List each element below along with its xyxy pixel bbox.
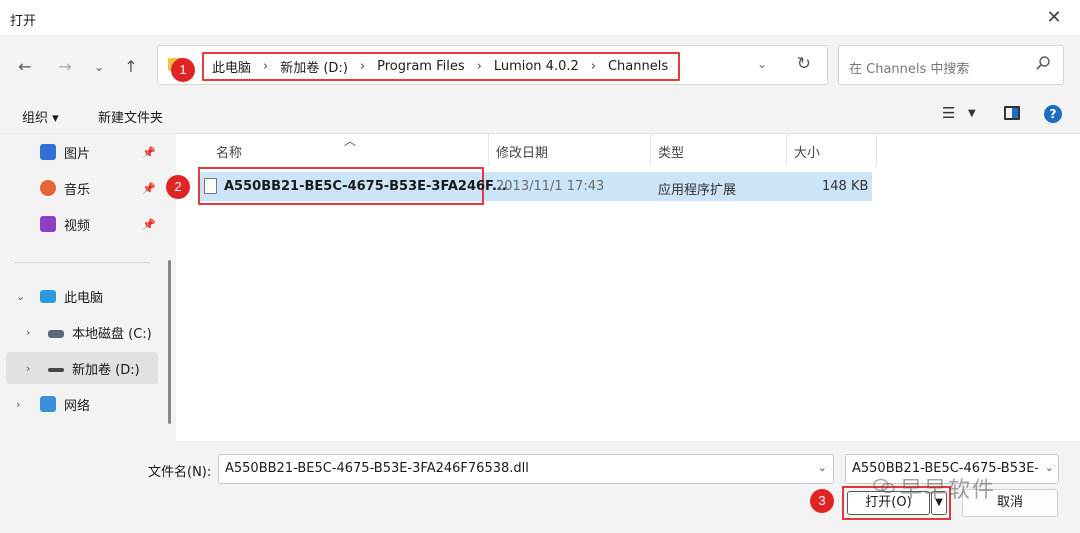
column-divider[interactable] [786,134,787,166]
sidebar-item-label: 此电脑 [64,290,104,306]
view-options-icon[interactable]: ☰ [942,104,955,122]
column-divider[interactable] [876,134,877,166]
search-input[interactable]: 在 Channels 中搜索 [849,58,969,77]
file-list: ︿ 名称 修改日期 类型 大小 A550BB21-BE5C-4675-B53E-… [178,134,1080,441]
breadcrumb-separator-icon[interactable]: › [591,59,596,74]
sidebar-item-label: 图片 [64,146,91,162]
navigation-bar: ← → ⌄ ↑ 此电脑 › 新加卷 (D:) › Program Files ›… [0,36,1080,96]
chevron-right-icon[interactable]: › [26,362,30,375]
filename-field[interactable]: A550BB21-BE5C-4675-B53E-3FA246F76538.dll… [218,454,834,484]
file-size: 148 KB [822,179,869,194]
filename-value[interactable]: A550BB21-BE5C-4675-B53E-3FA246F76538.dll [225,461,529,476]
pin-icon[interactable]: 📌 [142,218,156,231]
videos-icon [40,216,56,232]
chevron-right-icon[interactable]: › [26,326,30,339]
sidebar-item-pictures[interactable]: 图片 📌 [0,136,160,168]
sidebar-item-videos[interactable]: 视频 📌 [0,208,160,240]
command-bar: 组织 ▾ 新建文件夹 ☰ ▼ ? [0,96,1080,134]
step-marker-2: 2 [166,175,190,199]
sidebar-item-local-disk-c[interactable]: › 本地磁盘 (C:) [0,316,160,348]
chevron-down-icon[interactable]: ⌄ [16,290,25,303]
forward-arrow-icon[interactable]: → [52,54,78,80]
column-divider[interactable] [488,134,489,166]
dll-file-icon [204,178,217,194]
step-marker-1: 1 [171,58,195,82]
preview-pane-icon[interactable] [1004,106,1020,120]
sidebar-divider [14,262,150,263]
address-history-chevron-icon[interactable]: ⌄ [757,57,767,71]
sidebar-item-label: 网络 [64,398,91,414]
search-icon[interactable] [1035,55,1051,71]
column-header-type[interactable]: 类型 [658,142,684,174]
sidebar-item-label: 本地磁盘 (C:) [72,326,152,342]
drive-icon [48,368,64,372]
breadcrumb-separator-icon[interactable]: › [360,59,365,74]
watermark-text: 早早软件 [900,478,997,503]
pictures-icon [40,144,56,160]
file-type: 应用程序扩展 [658,183,737,198]
wechat-logo-icon [873,478,895,494]
close-icon[interactable]: ✕ [1042,6,1066,30]
navigation-pane: 图片 📌 音乐 📌 视频 📌 ⌄ 此电脑 › 本地磁盘 (C:) › 新加卷 (… [0,134,176,441]
sort-ascending-icon: ︿ [344,134,357,148]
breadcrumb-separator-icon[interactable]: › [477,59,482,74]
pin-icon[interactable]: 📌 [142,146,156,159]
view-dropdown-icon[interactable]: ▼ [968,108,976,119]
network-icon [40,396,56,412]
sidebar-item-drive-d[interactable]: › 新加卷 (D:) [6,352,158,384]
file-modified: 2013/11/1 17:43 [496,179,605,194]
sidebar-item-label: 音乐 [64,182,91,198]
pin-icon[interactable]: 📌 [142,182,156,195]
breadcrumb-program-files[interactable]: Program Files [377,59,465,74]
address-bar[interactable]: 此电脑 › 新加卷 (D:) › Program Files › Lumion … [157,45,828,85]
breadcrumb-channels[interactable]: Channels [608,59,668,74]
organize-menu[interactable]: 组织 ▾ [22,107,59,126]
title-bar: 打开 ✕ [0,0,1080,36]
breadcrumb-separator-icon[interactable]: › [263,59,268,74]
file-name[interactable]: A550BB21-BE5C-4675-B53E-3FA246F... [224,179,507,194]
sidebar-item-this-pc[interactable]: ⌄ 此电脑 [0,280,160,312]
back-arrow-icon[interactable]: ← [12,54,38,80]
breadcrumb: 此电脑 › 新加卷 (D:) › Program Files › Lumion … [202,52,680,81]
sidebar-item-label: 视频 [64,218,91,234]
sidebar-item-label: 新加卷 (D:) [72,362,140,378]
recent-locations-chevron-icon[interactable]: ⌄ [86,54,112,80]
breadcrumb-drive-d[interactable]: 新加卷 (D:) [280,57,348,76]
breadcrumb-this-pc[interactable]: 此电脑 [212,57,251,76]
step-marker-3: 3 [810,489,834,513]
window-title: 打开 [10,14,37,29]
chevron-down-icon[interactable]: ⌄ [1045,461,1054,474]
new-folder-button[interactable]: 新建文件夹 [98,107,163,126]
column-header-modified[interactable]: 修改日期 [496,142,548,174]
refresh-icon[interactable]: ↻ [797,54,811,74]
filename-label: 文件名(N): [148,465,212,480]
this-pc-icon [40,290,56,303]
breadcrumb-lumion[interactable]: Lumion 4.0.2 [494,59,579,74]
chevron-down-icon[interactable]: ⌄ [818,461,827,474]
column-divider[interactable] [650,134,651,166]
sidebar-scrollbar[interactable] [168,260,171,424]
sidebar-item-network[interactable]: › 网络 [0,388,160,420]
chevron-right-icon[interactable]: › [16,398,20,411]
up-arrow-icon[interactable]: ↑ [118,54,144,80]
column-header-size[interactable]: 大小 [794,142,820,174]
sidebar-item-music[interactable]: 音乐 📌 [0,172,160,204]
help-icon[interactable]: ? [1044,105,1062,123]
local-disk-icon [48,330,64,338]
search-box[interactable]: 在 Channels 中搜索 [838,45,1064,85]
music-icon [40,180,56,196]
